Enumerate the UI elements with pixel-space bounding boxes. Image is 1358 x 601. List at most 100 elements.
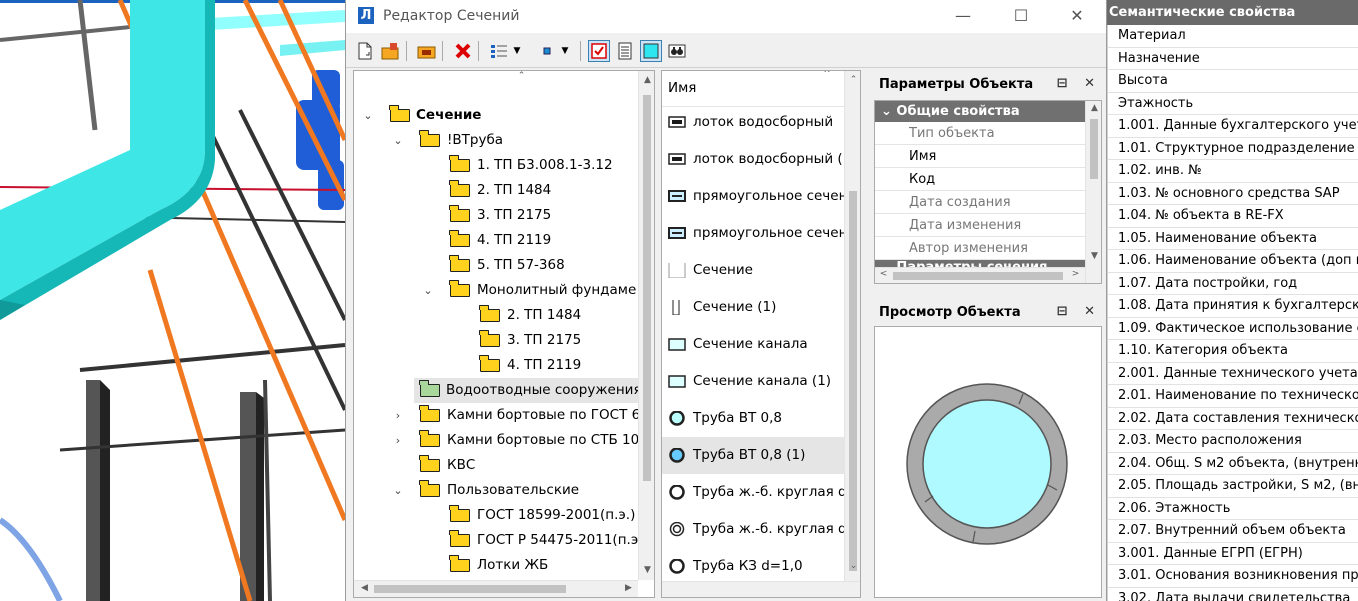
scroll-thumb[interactable] [849,191,857,571]
scroll-down-icon[interactable]: ▼ [1086,251,1101,261]
semantic-property-row[interactable]: 2.001. Данные технического учета [1107,362,1358,385]
list-item[interactable]: прямоугольное сечен [662,178,845,215]
title-bar[interactable]: Л Редактор Сечений — ☐ ✕ [346,0,1106,33]
tree-item-selected[interactable]: Водоотводные сооружения [414,378,639,403]
pin-icon[interactable]: ⊟ [1057,76,1068,91]
semantic-property-row[interactable]: 1.05. Наименование объекта [1107,227,1358,250]
tree-item[interactable]: 3. ТП 2175 [354,203,634,228]
tree-item[interactable]: 5. ТП 57-368 [354,253,634,278]
list-item[interactable]: лоток водосборный (1 [662,141,845,178]
semantic-property-row[interactable]: 1.08. Дата принятия к бухгалтерско [1107,295,1358,318]
tree-item[interactable]: 3. ТП 2175 [354,328,634,353]
preview-canvas[interactable] [874,326,1102,598]
property-row[interactable]: Дата создания [875,191,1085,214]
chevron-down-icon[interactable]: ⌄ [422,278,434,303]
tree-item[interactable]: 2. ТП 1484 [354,303,634,328]
semantic-property-row[interactable]: Высота [1107,70,1358,93]
section-list[interactable]: Имя ⌃ лоток водосборный лоток водосборны… [661,70,861,598]
property-row[interactable]: Дата изменения [875,214,1085,237]
list-item[interactable]: Труба ж.-б. круглая d= [662,511,845,548]
scroll-up-icon[interactable]: ⌃ [513,71,530,81]
new-document-icon[interactable] [354,40,376,62]
semantic-property-row[interactable]: 1.01. Структурное подразделение [1107,137,1358,160]
chevron-right-icon[interactable]: › [392,428,404,453]
tree-item[interactable]: ⌄ Сечение [354,103,634,128]
semantic-property-row[interactable]: 1.02. инв. № [1107,160,1358,183]
list-item[interactable]: Труба ж.-б. круглая d= [662,474,845,511]
list-column-header[interactable]: Имя ⌃ [662,71,845,107]
semantic-property-row[interactable]: 1.04. № объекта в RE-FX [1107,205,1358,228]
binoculars-icon[interactable] [666,40,688,62]
tree-item[interactable]: › Камни бортовые по СТБ 109 [354,428,639,453]
tree-item[interactable]: ⌄ Монолитный фундаме [354,278,639,303]
close-button[interactable]: ✕ [1062,4,1092,28]
tree-vertical-scrollbar[interactable]: ▲ ▼ [638,71,654,580]
tree-item[interactable]: ГОСТ 18599-2001(п.э.) [354,503,635,528]
props-horizontal-scrollbar[interactable]: < > [875,267,1085,283]
list-horizontal-scrollbar[interactable] [662,581,860,597]
semantic-property-row[interactable]: 2.05. Площадь застройки, S м2, (вне [1107,475,1358,498]
dropdown-icon[interactable]: ▼ [558,40,572,62]
scroll-right-icon[interactable]: > [1067,269,1084,279]
close-icon[interactable]: ✕ [1084,76,1095,91]
scroll-left-icon[interactable]: < [875,269,892,279]
semantic-property-row[interactable]: 1.10. Категория объекта [1107,340,1358,363]
props-vertical-scrollbar[interactable]: ▲ ▼ [1085,101,1101,283]
close-icon[interactable]: ✕ [1084,304,1095,319]
chevron-down-icon[interactable]: ⌄ [362,103,374,128]
list-item[interactable]: Труба КЗ d=1,0 [662,548,845,580]
semantic-property-row[interactable]: 1.07. Дата постройки, год [1107,272,1358,295]
scroll-up-icon[interactable]: ⌃ [845,75,860,85]
tree-item[interactable]: ⌄ Пользовательские [354,478,634,503]
tree-item[interactable]: ⌄ !ВТруба [354,128,634,153]
scroll-thumb[interactable] [374,585,566,593]
list-item[interactable]: Сечение [662,252,845,289]
property-grid[interactable]: ⌄ Общие свойства Тип объекта Имя Код Дат… [874,100,1102,284]
group-general[interactable]: ⌄ Общие свойства [875,101,1085,122]
delete-icon[interactable] [452,40,474,62]
semantic-property-row[interactable]: 3.02. Дата выдачи свидетельства [1107,587,1358,601]
tree-item[interactable]: ГОСТ Р 54475-2011(п.э.г [354,528,639,553]
chevron-down-icon[interactable]: ⌄ [881,104,896,119]
semantic-property-row[interactable]: 2.01. Наименование по техническо [1107,385,1358,408]
list-item[interactable]: Сечение канала [662,326,845,363]
semantic-property-row[interactable]: 3.01. Основания возникновения пр [1107,565,1358,588]
semantic-property-row[interactable]: 2.02. Дата составления техническо [1107,407,1358,430]
scroll-thumb[interactable] [893,272,1063,280]
property-row[interactable]: Автор изменения [875,237,1085,260]
list-item[interactable]: Труба ВТ 0,8 [662,400,845,437]
scroll-right-icon[interactable]: ▶ [620,583,637,593]
chevron-down-icon[interactable]: ⌄ [392,128,404,153]
tree-item[interactable]: 2. ТП 1484 [354,178,634,203]
list-item[interactable]: лоток водосборный [662,104,845,141]
list-item-selected[interactable]: Труба ВТ 0,8 (1) [662,437,845,474]
scroll-up-icon[interactable]: ▲ [1086,103,1101,113]
minimize-button[interactable]: — [948,4,978,28]
list-item[interactable]: Сечение канала (1) [662,363,845,400]
view-list-icon[interactable] [488,40,510,62]
semantic-property-row[interactable]: 2.04. Общ. S м2 объекта, (внутренн [1107,452,1358,475]
semantic-property-row[interactable]: 1.03. № основного средства SAP [1107,182,1358,205]
preview-icon[interactable] [640,40,662,62]
semantic-property-row[interactable]: 1.09. Фактическое использование с [1107,317,1358,340]
chevron-down-icon[interactable]: ⌄ [392,478,404,503]
tree-item[interactable]: КВС [354,453,634,478]
tree-item[interactable]: Лотки ЖБ [354,553,634,578]
semantic-property-row[interactable]: Назначение [1107,47,1358,70]
scroll-down-icon[interactable]: ⌄ [845,561,860,571]
semantic-property-row[interactable]: 2.06. Этажность [1107,497,1358,520]
section-tree[interactable]: ⌃ ⌄ Сечение ⌄ !ВТруба 1. ТП Б3.008.1-3.1… [353,70,655,598]
dropdown-icon[interactable]: ▼ [510,40,524,62]
property-row[interactable]: Имя [875,145,1085,168]
scroll-up-icon[interactable]: ▲ [639,75,654,85]
scroll-down-icon[interactable]: ▼ [639,565,654,575]
semantic-property-row[interactable]: Материал [1107,25,1358,48]
semantic-property-row[interactable]: 1.06. Наименование объекта (доп и [1107,250,1358,273]
list-item[interactable]: Сечение (1) [662,289,845,326]
tree-item[interactable]: 4. ТП 2119 [354,353,634,378]
scroll-thumb[interactable] [1090,119,1098,179]
semantic-property-row[interactable]: 2.07. Внутренний объем объекта [1107,520,1358,543]
semantic-property-row[interactable]: 2.03. Место расположения [1107,430,1358,453]
semantic-property-row[interactable]: 1.001. Данные бухгалтерского учета [1107,115,1358,138]
tree-horizontal-scrollbar[interactable]: ◀ ▶ [354,580,638,597]
